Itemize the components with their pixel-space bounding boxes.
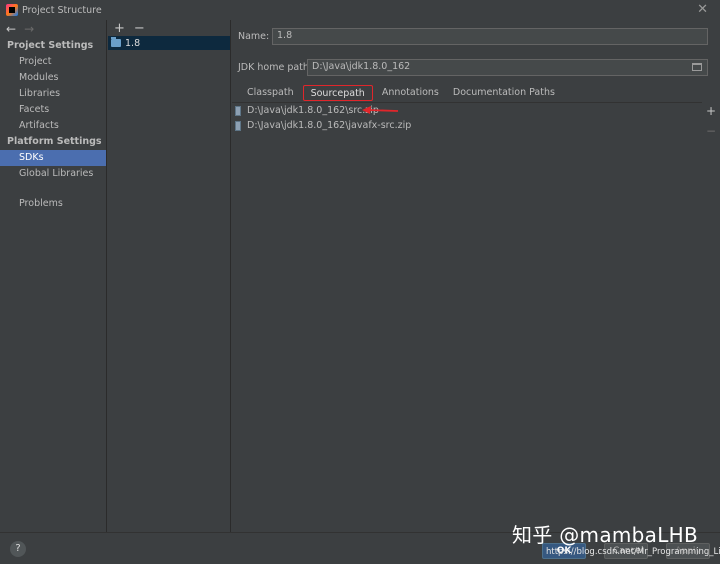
project-settings-header: Project Settings [7,40,94,51]
path-list-toolbar: + − [704,104,718,138]
sdk-detail-panel: Name: 1.8 JDK home path: D:\Java\jdk1.8.… [232,20,720,532]
tab-annotations[interactable]: Annotations [375,85,446,101]
close-icon[interactable]: ✕ [697,2,708,17]
remove-sdk-icon[interactable]: − [134,21,145,36]
annotation-arrow-icon [362,106,399,114]
forward-arrow-icon[interactable]: → [24,22,34,36]
tab-documentation-paths[interactable]: Documentation Paths [446,85,562,101]
csdn-url-watermark: https://blog.csdn.net/Mr_Programming_Liu [546,547,720,557]
list-item[interactable]: D:\Java\jdk1.8.0_162\src.zip [232,103,702,118]
sidebar-item-global-libraries[interactable]: Global Libraries [0,166,106,182]
sidebar-item-libraries[interactable]: Libraries [0,86,106,102]
history-nav: ← → [0,20,106,38]
jdk-home-path-field[interactable]: D:\Java\jdk1.8.0_162 [307,59,708,76]
tab-classpath[interactable]: Classpath [240,85,301,101]
help-button[interactable]: ? [10,541,26,557]
archive-icon [235,105,241,116]
sdk-list-item[interactable]: 1.8 [108,36,230,50]
path-label: D:\Java\jdk1.8.0_162\src.zip [247,105,379,116]
list-item[interactable]: D:\Java\jdk1.8.0_162\javafx-src.zip [232,118,702,133]
add-path-icon[interactable]: + [706,104,716,118]
browse-folder-icon[interactable] [692,63,702,71]
window-title: Project Structure [22,4,102,16]
sourcepath-list: D:\Java\jdk1.8.0_162\src.zip D:\Java\jdk… [232,102,702,532]
platform-settings-header: Platform Settings [7,136,102,147]
sdk-tabs: Classpath Sourcepath Annotations Documen… [240,84,562,102]
back-arrow-icon[interactable]: ← [6,22,16,36]
tab-sourcepath[interactable]: Sourcepath [302,85,373,101]
sdk-list-item-label: 1.8 [125,37,141,49]
add-sdk-icon[interactable]: + [114,21,125,36]
sidebar-item-modules[interactable]: Modules [0,70,106,86]
name-label: Name: [238,31,270,42]
path-label: D:\Java\jdk1.8.0_162\javafx-src.zip [247,120,412,131]
intellij-app-icon [6,4,18,16]
sidebar-item-artifacts[interactable]: Artifacts [0,118,106,134]
zhihu-watermark: 知乎 @mambaLHB [512,523,699,547]
jdk-home-path-value: D:\Java\jdk1.8.0_162 [312,61,411,72]
sidebar-item-problems[interactable]: Problems [0,196,106,212]
name-input[interactable]: 1.8 [272,28,708,45]
title-bar: Project Structure ✕ [0,0,720,20]
remove-path-icon[interactable]: − [706,124,716,138]
archive-icon [235,120,241,131]
sdk-list-toolbar: + − [108,20,230,36]
sidebar-item-project[interactable]: Project [0,54,106,70]
sidebar-item-facets[interactable]: Facets [0,102,106,118]
settings-sidebar: ← → Project Settings Project Modules Lib… [0,20,107,532]
sidebar-item-sdks[interactable]: SDKs [0,150,106,166]
jdk-folder-icon [111,37,121,47]
sdk-list-panel: + − 1.8 [108,20,231,532]
jdk-home-label: JDK home path: [238,62,313,73]
